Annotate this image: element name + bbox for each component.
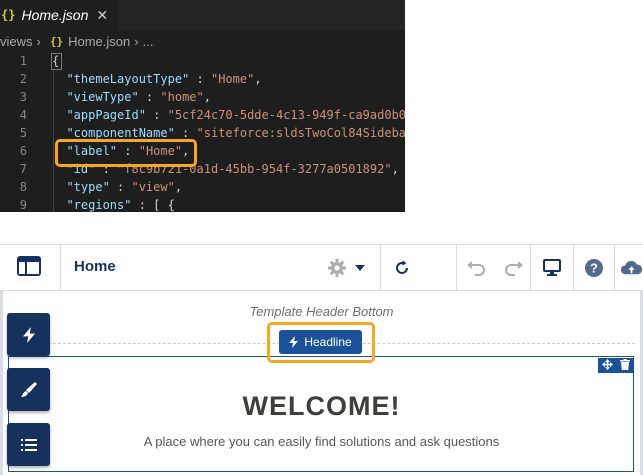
code-line[interactable]: 8 "type" : "view", bbox=[0, 178, 405, 196]
json-string: "Home" bbox=[210, 72, 255, 86]
close-icon[interactable]: ✕ bbox=[96, 7, 108, 24]
code-editor: {} Home.json ✕ views › {} Home.json › ..… bbox=[0, 0, 405, 212]
lightning-icon bbox=[22, 326, 35, 343]
toolbar-divider bbox=[573, 245, 574, 290]
json-key: "componentName" bbox=[52, 126, 175, 140]
json-key: "appPageId" bbox=[52, 108, 146, 122]
json-string: "5cf24c70-5dde-4c13-949f-ca9ad0b0 bbox=[167, 108, 405, 122]
json-punctuation: , bbox=[254, 72, 262, 86]
breadcrumb-views[interactable]: views bbox=[0, 34, 33, 49]
builder-logo-icon[interactable] bbox=[0, 245, 61, 290]
tab-home-json[interactable]: {} Home.json ✕ bbox=[0, 0, 118, 30]
template-region-label: Template Header Bottom bbox=[249, 304, 394, 319]
desktop-icon[interactable] bbox=[538, 245, 566, 290]
json-punctuation: : bbox=[109, 180, 132, 194]
indent-guide bbox=[53, 70, 54, 212]
code-line[interactable]: 9 "regions" : [ { bbox=[0, 196, 405, 212]
toolbar-divider bbox=[380, 245, 381, 290]
breadcrumb: views › {} Home.json › ... bbox=[0, 31, 153, 51]
section-toolbar bbox=[598, 358, 634, 373]
page-structure-button[interactable] bbox=[7, 423, 50, 466]
code-line[interactable]: 4 "appPageId" : "5cf24c70-5dde-4c13-949f… bbox=[0, 106, 405, 124]
line-number: 7 bbox=[19, 162, 27, 176]
code-text: "viewType" : "home", bbox=[52, 88, 211, 106]
code-text: "type" : "view", bbox=[52, 178, 182, 196]
json-punctuation: : bbox=[138, 90, 161, 104]
line-number: 9 bbox=[19, 198, 27, 212]
headline-highlight-box bbox=[267, 322, 375, 363]
move-icon[interactable] bbox=[601, 357, 613, 375]
line-number: 4 bbox=[19, 108, 27, 122]
code-text: "themeLayoutType" : "Home", bbox=[52, 70, 262, 88]
json-punctuation: , bbox=[391, 162, 399, 176]
line-number: 2 bbox=[19, 72, 27, 86]
code-text: "appPageId" : "5cf24c70-5dde-4c13-949f-c… bbox=[52, 106, 405, 124]
code-text: "regions" : [ { bbox=[52, 196, 175, 212]
json-file-icon: {} bbox=[1, 8, 16, 22]
code-area[interactable]: 1{2 "themeLayoutType" : "Home", 3 "viewTy… bbox=[0, 52, 405, 212]
redo-icon[interactable] bbox=[500, 245, 528, 290]
json-punctuation: , bbox=[203, 90, 211, 104]
json-punctuation: , bbox=[174, 180, 183, 194]
json-punctuation: : bbox=[174, 126, 197, 140]
json-punctuation: : bbox=[145, 108, 168, 122]
json-string: "view" bbox=[131, 180, 175, 194]
help-icon[interactable]: ? bbox=[580, 245, 608, 290]
caret-down-icon[interactable] bbox=[352, 245, 368, 290]
editor-tab-bar: {} Home.json ✕ bbox=[0, 0, 405, 30]
toolbar-divider bbox=[530, 245, 531, 290]
line-number: 3 bbox=[19, 90, 27, 104]
cloud-upload-icon[interactable] bbox=[620, 245, 643, 290]
line-number: 8 bbox=[19, 180, 27, 194]
code-line[interactable]: 3 "viewType" : "home", bbox=[0, 88, 405, 106]
brush-icon bbox=[20, 381, 37, 398]
code-line[interactable]: 1{ bbox=[0, 52, 405, 70]
json-key: "viewType" bbox=[52, 90, 139, 104]
undo-icon[interactable] bbox=[462, 245, 490, 290]
label-highlight-box bbox=[55, 139, 197, 167]
gear-icon[interactable] bbox=[323, 245, 351, 290]
tab-filename: Home.json bbox=[21, 7, 89, 23]
json-punctuation: : [ { bbox=[131, 198, 175, 212]
json-key: "themeLayoutType" bbox=[52, 72, 190, 86]
welcome-tagline: A place where you can easily find soluti… bbox=[143, 434, 500, 449]
line-number: 5 bbox=[19, 126, 27, 140]
json-string: "home" bbox=[160, 90, 204, 104]
welcome-heading: WELCOME! bbox=[242, 391, 401, 421]
line-number: 6 bbox=[19, 144, 27, 158]
chevron-right-icon: › bbox=[36, 33, 41, 49]
line-number: 1 bbox=[19, 54, 27, 68]
toolbar-divider bbox=[456, 245, 457, 290]
page-title[interactable]: Home bbox=[74, 245, 116, 288]
theme-panel-button[interactable] bbox=[7, 368, 50, 411]
json-key: "regions" bbox=[52, 198, 132, 212]
code-line[interactable]: 2 "themeLayoutType" : "Home", bbox=[0, 70, 405, 88]
components-panel-button[interactable] bbox=[7, 313, 50, 356]
delete-icon[interactable] bbox=[620, 357, 631, 375]
builder-toolbar: Home ? bbox=[0, 245, 643, 291]
json-string: "siteforce:sldsTwoCol84Sideba bbox=[196, 126, 405, 140]
chevron-right-icon: › bbox=[134, 33, 139, 49]
json-key: "type" bbox=[52, 180, 110, 194]
help-glyph: ? bbox=[590, 260, 598, 275]
breadcrumb-file[interactable]: Home.json bbox=[68, 34, 130, 49]
toolbar-divider bbox=[614, 245, 615, 290]
list-icon bbox=[20, 438, 37, 452]
json-file-icon: {} bbox=[49, 34, 64, 48]
breadcrumb-more[interactable]: ... bbox=[143, 34, 154, 49]
refresh-icon[interactable] bbox=[388, 245, 416, 290]
bracket-match-box bbox=[51, 53, 62, 70]
json-punctuation: : bbox=[189, 72, 211, 86]
